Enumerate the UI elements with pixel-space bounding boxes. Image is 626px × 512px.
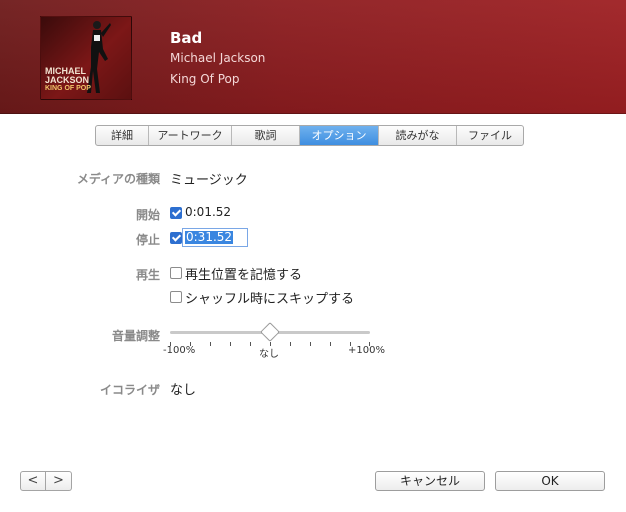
playback-label: 再生 [135,268,160,282]
ok-button[interactable]: OK [495,471,605,491]
tab-file[interactable]: ファイル [457,126,523,145]
media-kind-label: メディアの種類 [76,172,160,186]
tab-artwork[interactable]: アートワーク [149,126,232,145]
volume-max-label: +100% [348,345,385,356]
next-button[interactable]: > [46,471,72,491]
volume-min-label: -100% [163,345,196,356]
equalizer-value[interactable]: なし [170,379,196,398]
song-title: Bad [170,29,203,47]
song-artist: Michael Jackson [170,51,266,65]
stop-label: 停止 [135,233,160,247]
volume-label: 音量調整 [111,329,160,343]
skip-shuffle-checkbox[interactable] [170,291,182,303]
song-album: King Of Pop [170,72,240,86]
remember-position-label[interactable]: 再生位置を記憶する [185,264,302,283]
album-artwork: MICHAEL JACKSON KING OF POP [40,16,132,100]
artwork-line2: JACKSON [45,75,90,85]
start-label: 開始 [135,208,160,222]
previous-button[interactable]: < [20,471,46,491]
volume-mid-label: なし [259,349,279,360]
cancel-button[interactable]: キャンセル [375,471,485,491]
equalizer-label: イコライザ [99,383,160,397]
stop-time-selected-text: 0:31.52 [185,230,234,244]
volume-tick [330,342,331,346]
tab-details[interactable]: 詳細 [96,126,149,145]
stop-checkbox[interactable] [170,232,182,244]
tab-options[interactable]: オプション [300,126,379,145]
start-time-field[interactable]: 0:01.52 [185,205,231,219]
skip-shuffle-label[interactable]: シャッフル時にスキップする [185,288,354,307]
volume-tick [230,342,231,346]
stop-time-field[interactable]: 0:31.52 [182,228,248,247]
tab-lyrics[interactable]: 歌詞 [232,126,300,145]
volume-tick [310,342,311,346]
volume-tick [250,342,251,346]
volume-tick [290,342,291,346]
artwork-line3: KING OF POP [45,85,91,92]
volume-tick [210,342,211,346]
tab-sorting[interactable]: 読みがな [379,126,457,145]
artwork-text: MICHAEL JACKSON KING OF POP [45,67,91,93]
tab-bar: 詳細 アートワーク 歌詞 オプション 読みがな ファイル [95,125,524,146]
start-checkbox[interactable] [170,207,182,219]
volume-slider-thumb[interactable] [260,322,280,342]
header-banner: MICHAEL JACKSON KING OF POP Bad Michael … [0,0,626,114]
media-kind-value[interactable]: ミュージック [170,169,248,188]
remember-position-checkbox[interactable] [170,267,182,279]
